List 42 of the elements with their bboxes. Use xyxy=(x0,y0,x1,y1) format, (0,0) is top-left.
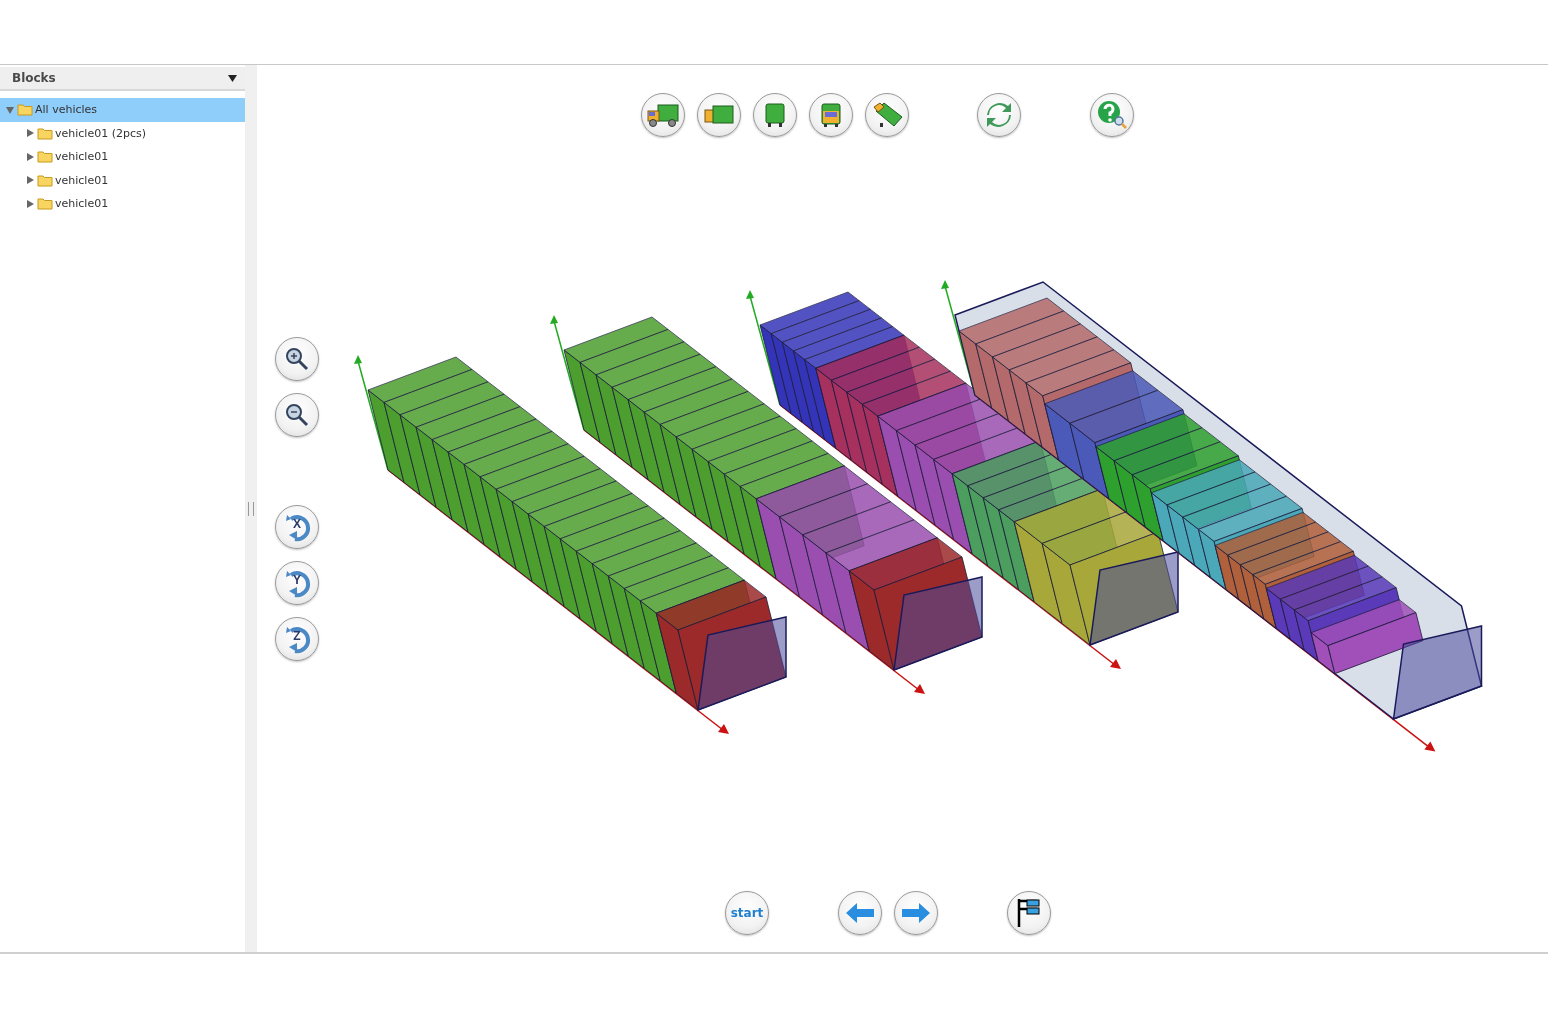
folder-icon xyxy=(37,150,53,164)
expand-arrow-icon[interactable] xyxy=(25,198,35,209)
splitter-handle[interactable] xyxy=(245,65,257,952)
help-icon xyxy=(1096,99,1128,131)
next-button[interactable] xyxy=(894,891,938,935)
rotate-button[interactable]: X xyxy=(275,505,319,549)
start-button[interactable]: start xyxy=(725,891,769,935)
expand-arrow-icon[interactable] xyxy=(25,175,35,186)
help-button[interactable] xyxy=(1090,93,1134,137)
tree-item[interactable]: All vehicles xyxy=(0,98,245,122)
flag-icon xyxy=(1015,897,1043,929)
panel-title: Blocks xyxy=(12,71,56,85)
tree-item[interactable]: vehicle01 xyxy=(0,168,245,192)
refresh-button[interactable] xyxy=(977,93,1021,137)
truck-side-icon xyxy=(646,101,680,129)
tree-item[interactable]: vehicle01 (2pcs) xyxy=(0,121,245,145)
right-arrow-icon xyxy=(900,901,932,925)
previous-button[interactable] xyxy=(838,891,882,935)
zoom-in-button[interactable] xyxy=(275,337,319,381)
folder-icon xyxy=(37,126,53,140)
rotate-button[interactable]: Z xyxy=(275,617,319,661)
expand-arrow-icon[interactable] xyxy=(25,128,35,139)
folder-icon xyxy=(37,197,53,211)
view-button[interactable] xyxy=(641,93,685,137)
folder-icon xyxy=(37,173,53,187)
left-arrow-icon xyxy=(844,901,876,925)
view-button[interactable] xyxy=(697,93,741,137)
finish-flag-button[interactable] xyxy=(1007,891,1051,935)
dropdown-arrow-icon[interactable] xyxy=(228,74,237,82)
refresh-icon xyxy=(984,100,1014,130)
zoom-out-button[interactable] xyxy=(275,393,319,437)
zoom-out-icon xyxy=(284,402,310,428)
zoom-in-icon xyxy=(284,346,310,372)
rotate-button[interactable]: Y xyxy=(275,561,319,605)
view-button[interactable] xyxy=(809,93,853,137)
view-button[interactable] xyxy=(865,93,909,137)
collapse-arrow-icon[interactable] xyxy=(5,104,15,115)
folder-icon xyxy=(17,103,33,117)
tree-item[interactable]: vehicle01 xyxy=(0,145,245,169)
tree-item[interactable]: vehicle01 xyxy=(0,192,245,216)
view-button[interactable] xyxy=(753,93,797,137)
expand-arrow-icon[interactable] xyxy=(25,151,35,162)
